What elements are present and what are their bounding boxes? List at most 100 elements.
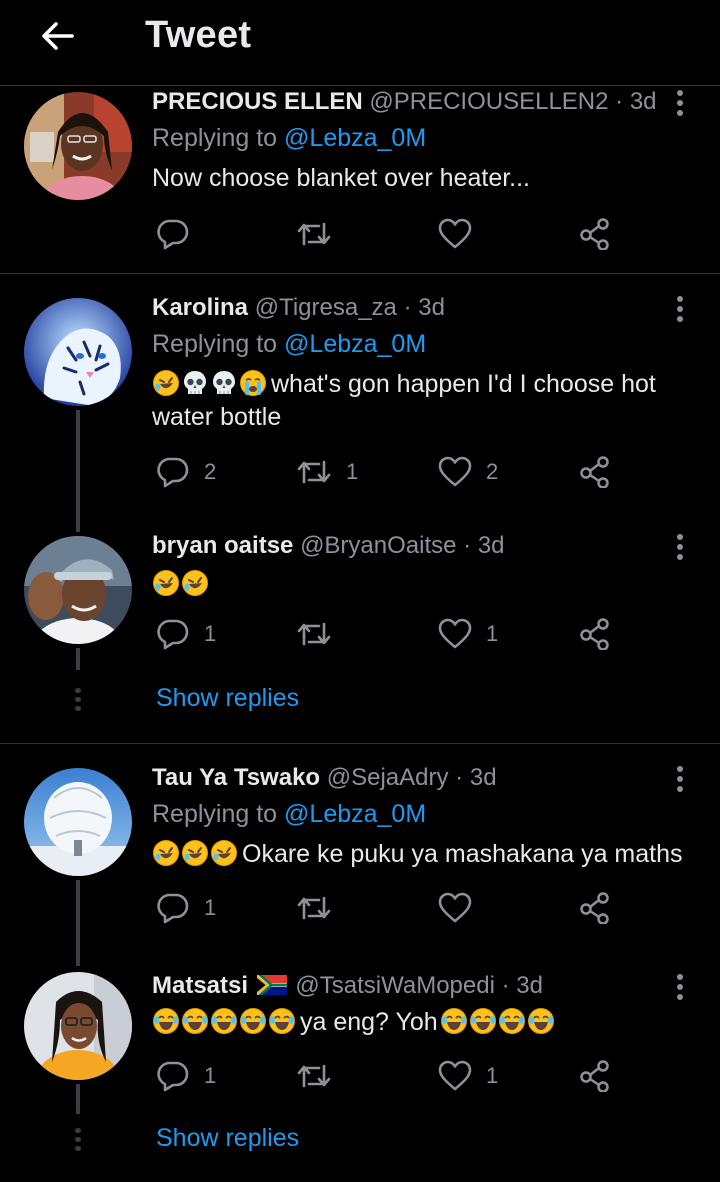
show-replies-link[interactable]: Show replies [156,684,299,713]
heart-icon [438,618,472,649]
dot-icon [677,766,683,772]
thread-line [76,648,80,670]
like-button[interactable]: 2 [438,456,498,488]
display-name[interactable]: bryan oaitse [152,532,293,559]
share-button[interactable] [578,892,612,924]
replying-to-link[interactable]: @Lebza_0M [284,124,426,152]
reply-icon [157,219,189,250]
tweet[interactable]: bryan oaitse @BryanOaitse · 3d 1 1 Show … [0,522,720,742]
tweet[interactable]: Tau Ya Tswako @SejaAdry · 3d Replying to… [0,744,720,966]
like-button[interactable] [438,218,472,250]
share-button[interactable] [578,456,612,488]
tweet-body: what's gon happen I'd I choose hot water… [152,368,692,434]
retweet-button[interactable] [296,218,332,250]
joy-emoji-icon [211,1008,237,1034]
reply-count: 1 [204,895,217,920]
emoji-group [440,1007,555,1035]
more-options-button[interactable] [670,972,690,1002]
share-icon [580,618,609,650]
dot-icon [677,994,683,1000]
share-button[interactable] [578,218,612,250]
avatar[interactable] [24,92,132,200]
user-handle[interactable]: @TsatsiWaMopedi [295,972,495,999]
share-icon [580,456,609,488]
tweet-body [152,568,692,601]
reply-button[interactable] [156,218,190,250]
user-handle[interactable]: @SejaAdry [327,764,449,791]
user-handle[interactable]: @Tigresa_za [255,294,397,321]
reply-button[interactable]: 1 [156,618,216,650]
replying-to-link[interactable]: @Lebza_0M [284,330,426,358]
joy-emoji-icon [269,1008,295,1034]
heart-icon [438,1060,472,1091]
dot-icon [677,786,683,792]
avatar[interactable] [24,298,132,406]
reply-button[interactable]: 1 [156,1060,216,1092]
tweet-time: 3d [418,294,445,321]
reply-button[interactable]: 2 [156,456,216,488]
tweet-time: 3d [629,88,657,115]
reply-icon [157,457,189,488]
retweet-button[interactable] [296,892,332,924]
separator-dot: · [455,764,464,791]
tweet-header: Matsatsi @TsatsiWaMopedi · 3d [152,972,543,1000]
retweet-button[interactable]: 1 [296,456,358,488]
more-options-button[interactable] [670,88,690,118]
south-africa-flag-icon [256,975,287,995]
share-button[interactable] [578,618,612,650]
separator-dot: · [501,972,510,999]
display-name[interactable]: Matsatsi [152,972,248,999]
more-options-button[interactable] [670,764,690,794]
like-button[interactable] [438,892,472,924]
like-count: 2 [486,459,499,484]
rofl-emoji-icon [182,570,208,596]
like-button[interactable]: 1 [438,618,498,650]
joy-emoji-icon [440,1008,467,1034]
user-handle[interactable]: @BryanOaitse [300,532,456,559]
dot-icon [677,974,683,980]
tweet[interactable]: Karolina @Tigresa_za · 3d Replying to @L… [0,274,720,532]
dot-icon [677,100,683,106]
retweet-button[interactable] [296,618,332,650]
tweet[interactable]: Matsatsi @TsatsiWaMopedi · 3d ya eng? Yo… [0,962,720,1182]
share-button[interactable] [578,1060,612,1092]
avatar[interactable] [24,768,132,876]
back-button[interactable] [36,14,80,58]
tweet[interactable]: PRECIOUS ELLEN @PRECIOUSELLEN2 · 3d Repl… [0,86,720,273]
share-icon [580,892,609,924]
thread-continue-icon [75,1128,81,1151]
heart-icon [438,456,472,487]
rofl-emoji-icon [153,370,179,396]
avatar[interactable] [24,972,132,1080]
display-name[interactable]: PRECIOUS ELLEN [152,88,363,115]
tweet-time: 3d [516,972,543,999]
display-name[interactable]: Tau Ya Tswako [152,764,320,791]
emoji-group [152,839,238,867]
like-button[interactable]: 1 [438,1060,498,1092]
skull-emoji-icon [213,371,235,394]
like-count: 1 [486,621,499,646]
separator-dot: · [615,88,624,115]
user-handle[interactable]: @PRECIOUSELLEN2 [369,88,608,115]
heart-icon [438,218,472,249]
dot-icon [677,316,683,322]
replying-to: Replying to @Lebza_0M [152,330,426,359]
more-options-button[interactable] [670,294,690,324]
reply-button[interactable]: 1 [156,892,216,924]
dot-icon [677,544,683,550]
retweet-count: 1 [346,459,359,484]
dot-icon [677,90,683,96]
avatar[interactable] [24,536,132,644]
tweet-header: Karolina @Tigresa_za · 3d [152,294,445,322]
display-name[interactable]: Karolina [152,294,248,321]
dot-icon [677,296,683,302]
show-replies-link[interactable]: Show replies [156,1124,299,1153]
more-options-button[interactable] [670,532,690,562]
thread-line [76,880,80,966]
like-count: 1 [486,1063,499,1088]
replying-to-link[interactable]: @Lebza_0M [284,800,426,828]
retweet-icon [297,1064,331,1088]
retweet-button[interactable] [296,1060,332,1092]
tweet-header: PRECIOUS ELLEN @PRECIOUSELLEN2 · 3d [152,88,657,116]
joy-emoji-icon [498,1008,525,1034]
